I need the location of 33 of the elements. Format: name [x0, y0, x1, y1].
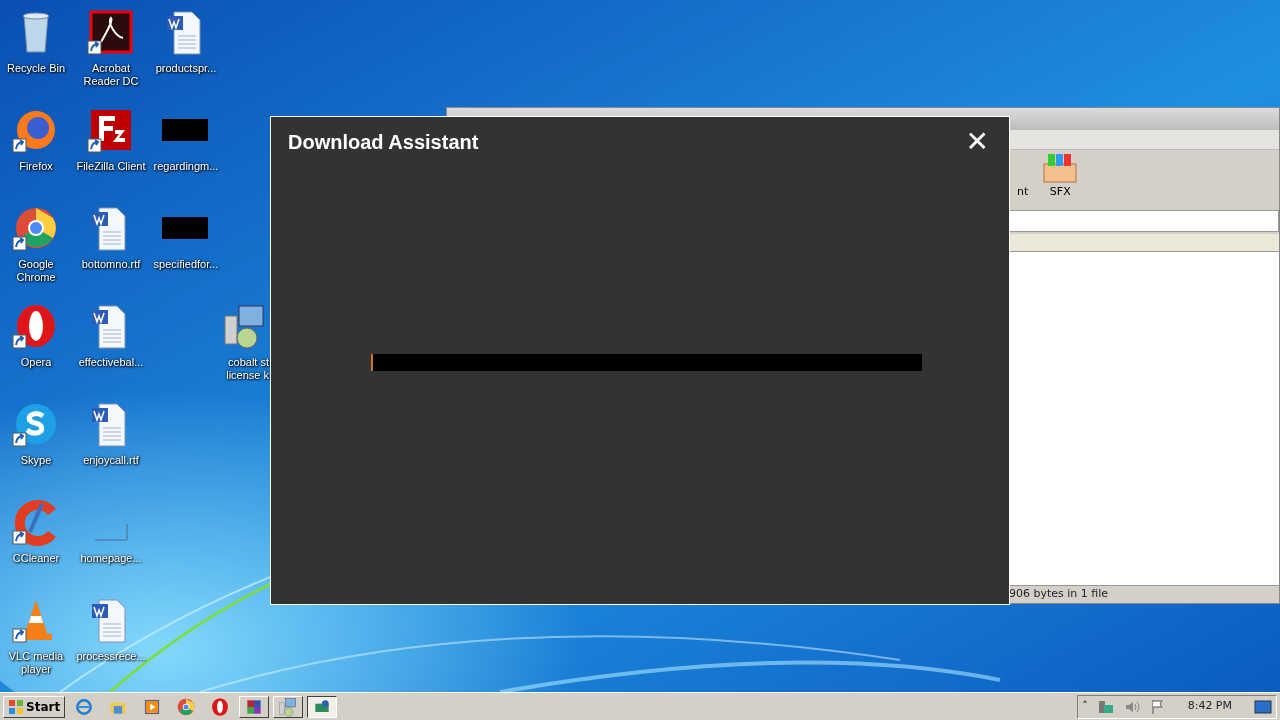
flag-icon[interactable] — [1149, 698, 1166, 715]
icon-label: Google Chrome — [16, 258, 56, 284]
icon-label: Firefox — [19, 160, 53, 173]
network-icon[interactable] — [1097, 698, 1114, 715]
installer-icon[interactable] — [273, 695, 304, 718]
start-button[interactable]: Start — [3, 695, 66, 718]
icon-label: productspr... — [155, 62, 217, 75]
icon-label: FileZilla Client — [76, 160, 146, 173]
icon-label: Opera — [20, 356, 52, 369]
toolbar-label[interactable]: SFX — [1049, 183, 1071, 200]
icon-label: cobalt st license k — [226, 356, 269, 382]
icon-label: Skype — [20, 454, 52, 467]
icon-label: processrece... — [76, 650, 146, 663]
acrobat-icon[interactable] — [87, 8, 135, 56]
icon-label: bottomno.rtf — [81, 258, 141, 271]
toolbar-label[interactable]: nt — [1017, 183, 1029, 200]
icon-label: specifiedfor... — [153, 258, 219, 271]
icon-label: regardingm... — [153, 160, 219, 173]
expand-tray-button[interactable]: ˄ — [1082, 698, 1088, 715]
close-button[interactable]: ✕ — [961, 128, 993, 156]
icon-label: Recycle Bin — [6, 62, 66, 75]
archive-icon[interactable] — [239, 695, 270, 718]
clock[interactable]: 8:42 PM — [1187, 698, 1232, 715]
icon-label: homepage... — [80, 552, 142, 565]
icon-label: Acrobat Reader DC — [83, 62, 139, 88]
logo-icon — [8, 698, 24, 715]
icon-label: effectivebal... — [78, 356, 144, 369]
icon-label: enjoycall.rtf — [83, 454, 139, 467]
dialog-title: Download Assistant — [288, 130, 479, 155]
icon-label: CCleaner — [12, 552, 60, 565]
icon-label: VLC media player — [8, 650, 64, 676]
app-icon[interactable] — [307, 695, 338, 718]
show-desktop-icon[interactable] — [1254, 698, 1272, 715]
